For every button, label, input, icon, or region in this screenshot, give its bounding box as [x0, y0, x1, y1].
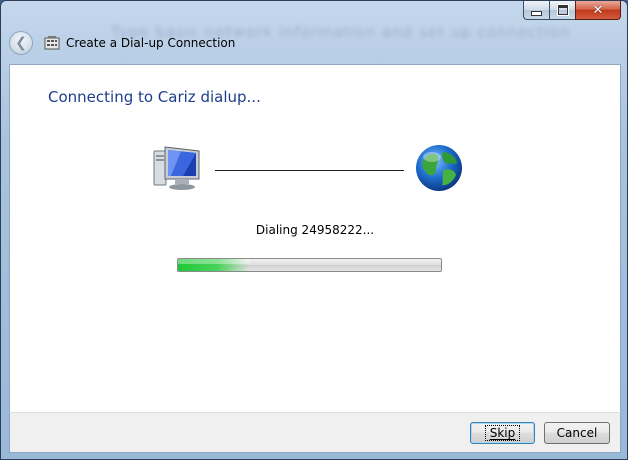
dialing-status: Dialing 24958222... [255, 223, 375, 237]
window-title: Create a Dial-up Connection [66, 36, 236, 50]
back-button[interactable]: ❮ [9, 31, 33, 55]
close-icon: ✕ [592, 2, 604, 18]
connection-line [215, 170, 404, 171]
wizard-content: Connecting to Cariz dialup... Dialing 24… [9, 64, 621, 413]
back-arrow-icon: ❮ [15, 35, 27, 51]
wizard-footer: Skip Cancel [9, 412, 621, 453]
computer-icon [153, 146, 200, 190]
minimize-icon [531, 10, 542, 16]
maximize-icon [556, 4, 569, 16]
dialup-wizard-window: Type basic network information and set u… [0, 0, 628, 460]
skip-button-label: Skip [484, 425, 521, 441]
phone-modem-icon [44, 36, 60, 50]
progress-fill [178, 259, 249, 271]
caption-buttons: ✕ [523, 1, 621, 21]
globe-icon [416, 145, 462, 191]
cancel-button[interactable]: Cancel [544, 422, 610, 444]
connection-progress-bar [177, 258, 442, 272]
minimize-button[interactable] [523, 1, 549, 20]
skip-button[interactable]: Skip [470, 422, 535, 444]
page-heading: Connecting to Cariz dialup... [48, 88, 261, 106]
cancel-button-label: Cancel [556, 426, 598, 440]
close-button[interactable]: ✕ [575, 1, 621, 20]
maximize-button[interactable] [549, 1, 575, 20]
title-bar: ❮ Create a Dial-up Connection [9, 31, 235, 55]
